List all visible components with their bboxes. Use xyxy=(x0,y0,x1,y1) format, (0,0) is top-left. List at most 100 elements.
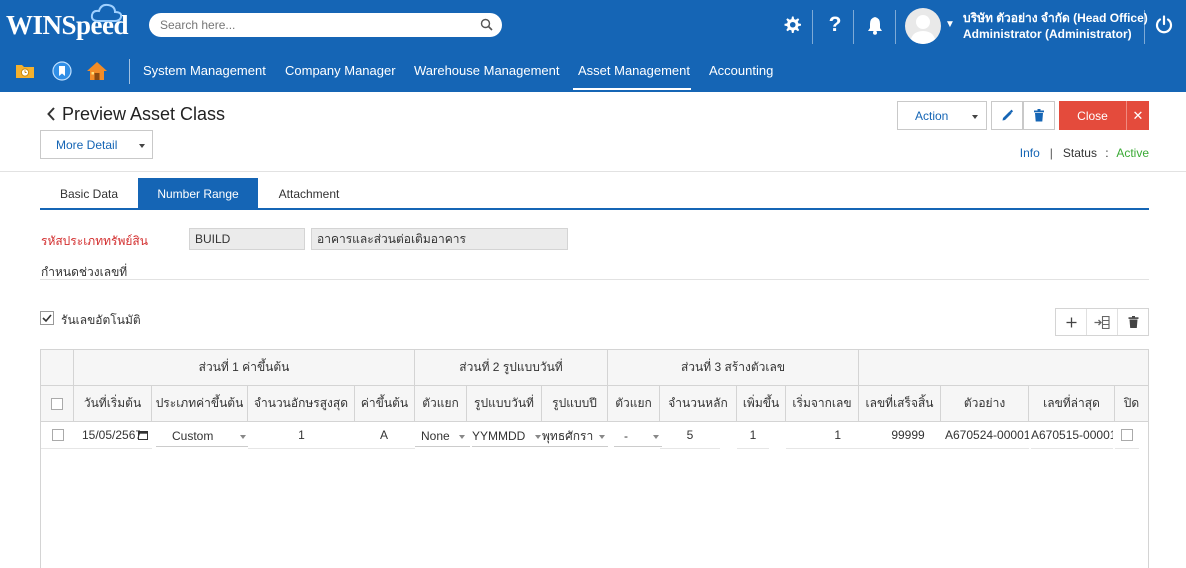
bookmark-icon[interactable] xyxy=(51,60,73,82)
col-digits[interactable]: จำนวนหลัก xyxy=(660,386,737,422)
status-colon: : xyxy=(1105,146,1109,160)
group-header-part1: ส่วนที่ 1 ค่าขึ้นต้น xyxy=(74,350,415,386)
cell-closed xyxy=(1115,422,1139,449)
bell-icon[interactable] xyxy=(861,11,889,39)
search-icon[interactable] xyxy=(480,18,493,31)
cell-start-date[interactable]: 15/05/2567 xyxy=(74,422,152,449)
insert-row-button[interactable] xyxy=(1087,309,1118,335)
caret-down-icon xyxy=(972,115,978,119)
home-icon[interactable] xyxy=(86,60,108,82)
more-detail-button[interactable]: More Detail xyxy=(40,130,153,159)
caret-down-icon xyxy=(535,435,541,439)
group-header-part2: ส่วนที่ 2 รูปแบบวันที่ xyxy=(415,350,608,386)
col-separator-2[interactable]: ตัวแยก xyxy=(608,386,660,422)
delete-button[interactable] xyxy=(1023,101,1055,130)
close-button[interactable]: Close xyxy=(1059,101,1126,130)
col-closed[interactable]: ปิด xyxy=(1115,386,1148,422)
action-button[interactable]: Action xyxy=(897,101,987,130)
checkmark-icon xyxy=(42,314,52,323)
cell-increment[interactable]: 1 xyxy=(737,422,769,449)
cell-last-number[interactable]: A670515-00001 xyxy=(1031,422,1113,449)
separator-2-select[interactable]: - xyxy=(614,426,662,447)
winspeed-logo[interactable]: WINSpeed xyxy=(6,3,129,41)
tab-number-range[interactable]: Number Range xyxy=(138,178,258,209)
nav-item-warehouse-management[interactable]: Warehouse Management xyxy=(414,63,560,78)
plus-icon xyxy=(1066,317,1076,327)
prefix-type-select[interactable]: Custom xyxy=(156,426,248,447)
info-link[interactable]: Info xyxy=(1020,146,1040,160)
select-all-cell xyxy=(41,386,74,422)
separator-1-select[interactable]: None xyxy=(415,426,470,447)
cell-prefix[interactable]: A xyxy=(355,422,415,449)
separator: | xyxy=(1043,146,1060,160)
col-example[interactable]: ตัวอย่าง xyxy=(941,386,1029,422)
folder-clock-icon[interactable] xyxy=(14,60,36,82)
trash-icon xyxy=(1034,109,1044,122)
grid-toolbar xyxy=(1055,308,1149,336)
nav-item-asset-management[interactable]: Asset Management xyxy=(578,63,690,78)
nav-item-system-management[interactable]: System Management xyxy=(143,63,266,78)
tab-attachment[interactable]: Attachment xyxy=(264,178,354,209)
select-all-checkbox[interactable] xyxy=(51,397,63,410)
auto-number-checkbox[interactable] xyxy=(40,311,54,325)
help-icon[interactable]: ? xyxy=(821,11,849,39)
chevron-down-icon[interactable]: ▼ xyxy=(945,19,955,30)
cell-max-chars[interactable]: 1 xyxy=(248,422,355,449)
caret-down-icon xyxy=(139,144,145,148)
number-range-grid: ส่วนที่ 1 ค่าขึ้นต้น ส่วนที่ 2 รูปแบบวัน… xyxy=(40,349,1149,568)
delete-row-button[interactable] xyxy=(1118,309,1148,335)
back-icon[interactable] xyxy=(46,106,56,122)
col-last-number[interactable]: เลขที่ล่าสุด xyxy=(1029,386,1115,422)
separator xyxy=(853,10,854,44)
avatar[interactable] xyxy=(905,8,941,44)
col-date-format[interactable]: รูปแบบวันที่ xyxy=(467,386,542,422)
col-max-chars[interactable]: จำนวนอักษรสูงสุด xyxy=(248,386,355,422)
nav-item-accounting[interactable]: Accounting xyxy=(709,63,773,78)
prefix-type-value: Custom xyxy=(172,429,214,443)
date-format-select[interactable]: YYMMDD xyxy=(472,426,542,447)
user-role: Administrator (Administrator) xyxy=(963,27,1132,41)
status-label: Status xyxy=(1062,146,1097,160)
tab-basic-data[interactable]: Basic Data xyxy=(46,178,132,209)
asset-class-name-field[interactable]: อาคารและส่วนต่อเติมอาคาร xyxy=(311,228,568,250)
gear-icon[interactable] xyxy=(778,11,806,39)
cloud-icon xyxy=(90,3,123,22)
calendar-icon[interactable] xyxy=(138,430,148,440)
col-start-from[interactable]: เริ่มจากเลข xyxy=(786,386,859,422)
user-info[interactable]: บริษัท ตัวอย่าง จำกัด (Head Office) Admi… xyxy=(963,10,1148,42)
col-separator-1[interactable]: ตัวแยก xyxy=(415,386,467,422)
col-increment[interactable]: เพิ่มขึ้น xyxy=(737,386,786,422)
top-bar: WINSpeed ? ▼ บริษัท ตัวอย่าง จำก xyxy=(0,0,1186,50)
main-nav: System Management Company Manager Wareho… xyxy=(0,50,1186,92)
closed-checkbox[interactable] xyxy=(1121,429,1133,441)
user-company: บริษัท ตัวอย่าง จำกัด (Head Office) xyxy=(963,11,1148,25)
add-row-button[interactable] xyxy=(1056,309,1087,335)
caret-down-icon xyxy=(599,435,605,439)
group-header-part3: ส่วนที่ 3 สร้างตัวเลข xyxy=(608,350,859,386)
more-detail-label: More Detail xyxy=(56,137,118,152)
year-format-value: พุทธศักราช xyxy=(542,428,594,443)
col-year-format[interactable]: รูปแบบปี xyxy=(542,386,608,422)
start-date-value: 15/05/2567 xyxy=(82,428,140,442)
insert-icon xyxy=(1094,315,1110,329)
cell-start-from[interactable]: 1 xyxy=(786,422,859,449)
cell-example[interactable]: A670524-00001 xyxy=(945,422,1029,449)
cell-end-number[interactable]: 99999 xyxy=(859,422,957,449)
col-end-number[interactable]: เลขที่เสร็จสิ้น xyxy=(859,386,941,422)
year-format-select[interactable]: พุทธศักราช xyxy=(542,426,608,447)
edit-button[interactable] xyxy=(991,101,1023,130)
asset-class-code-field[interactable]: BUILD xyxy=(189,228,305,250)
cell-digits[interactable]: 5 xyxy=(660,422,720,449)
col-prefix-type[interactable]: ประเภทค่าขึ้นต้น xyxy=(152,386,248,422)
trash-icon xyxy=(1128,316,1138,328)
row-select-checkbox[interactable] xyxy=(51,429,64,441)
power-icon[interactable] xyxy=(1150,11,1178,39)
search-box[interactable] xyxy=(149,13,502,37)
search-input[interactable] xyxy=(149,13,469,37)
nav-item-company-manager[interactable]: Company Manager xyxy=(285,63,396,78)
col-prefix[interactable]: ค่าขึ้นต้น xyxy=(355,386,415,422)
col-start-date[interactable]: วันที่เริ่มต้น xyxy=(74,386,152,422)
page-title: Preview Asset Class xyxy=(62,104,226,124)
caret-down-icon xyxy=(240,435,246,439)
close-icon[interactable]: ✕ xyxy=(1126,101,1149,130)
